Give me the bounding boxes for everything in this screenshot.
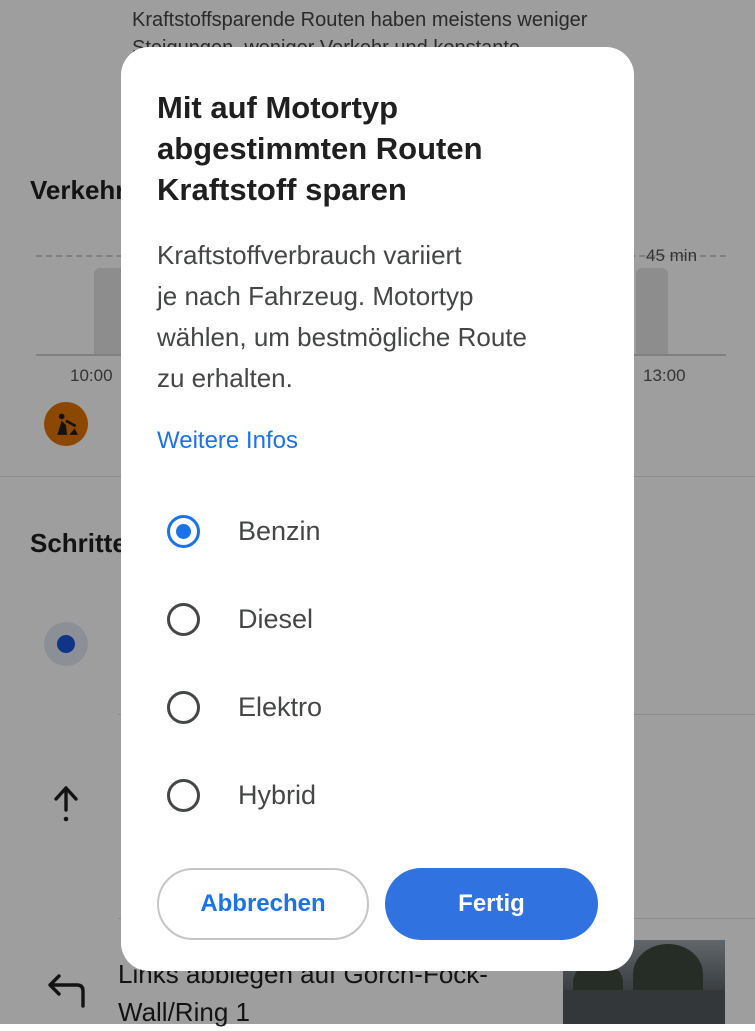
dialog-title-line: Mit auf Motortyp [157, 90, 399, 125]
option-elektro[interactable]: Elektro [157, 677, 597, 737]
radio-selected-icon[interactable] [167, 514, 200, 548]
cancel-button[interactable]: Abbrechen [157, 868, 369, 940]
more-info-link[interactable]: Weitere Infos [157, 427, 298, 455]
dialog-description: Kraftstoffverbrauch variiert je nach Fah… [157, 235, 607, 399]
radio-unselected-icon[interactable] [167, 602, 200, 636]
radio-unselected-icon[interactable] [167, 690, 200, 724]
option-label: Elektro [238, 691, 323, 722]
option-benzin[interactable]: Benzin [157, 501, 597, 561]
dialog-description-line: zu erhalten. [157, 363, 293, 393]
option-label: Hybrid [238, 779, 317, 810]
option-label: Diesel [238, 603, 314, 634]
dialog-title-line: abgestimmten Routen [157, 131, 483, 166]
dialog-description-line: wählen, um bestmögliche Route [157, 322, 527, 352]
dialog-description-line: Kraftstoffverbrauch variiert [157, 240, 462, 270]
option-hybrid[interactable]: Hybrid [157, 765, 597, 825]
option-diesel[interactable]: Diesel [157, 589, 597, 649]
done-button[interactable]: Fertig [385, 868, 598, 940]
dialog-title-line: Kraftstoff sparen [157, 172, 407, 207]
engine-type-dialog: Mit auf Motortyp abgestimmten Routen Kra… [121, 47, 634, 971]
option-label: Benzin [238, 515, 321, 546]
dialog-description-line: je nach Fahrzeug. Motortyp [157, 281, 474, 311]
dialog-title: Mit auf Motortyp abgestimmten Routen Kra… [157, 87, 607, 210]
radio-unselected-icon[interactable] [167, 778, 200, 812]
